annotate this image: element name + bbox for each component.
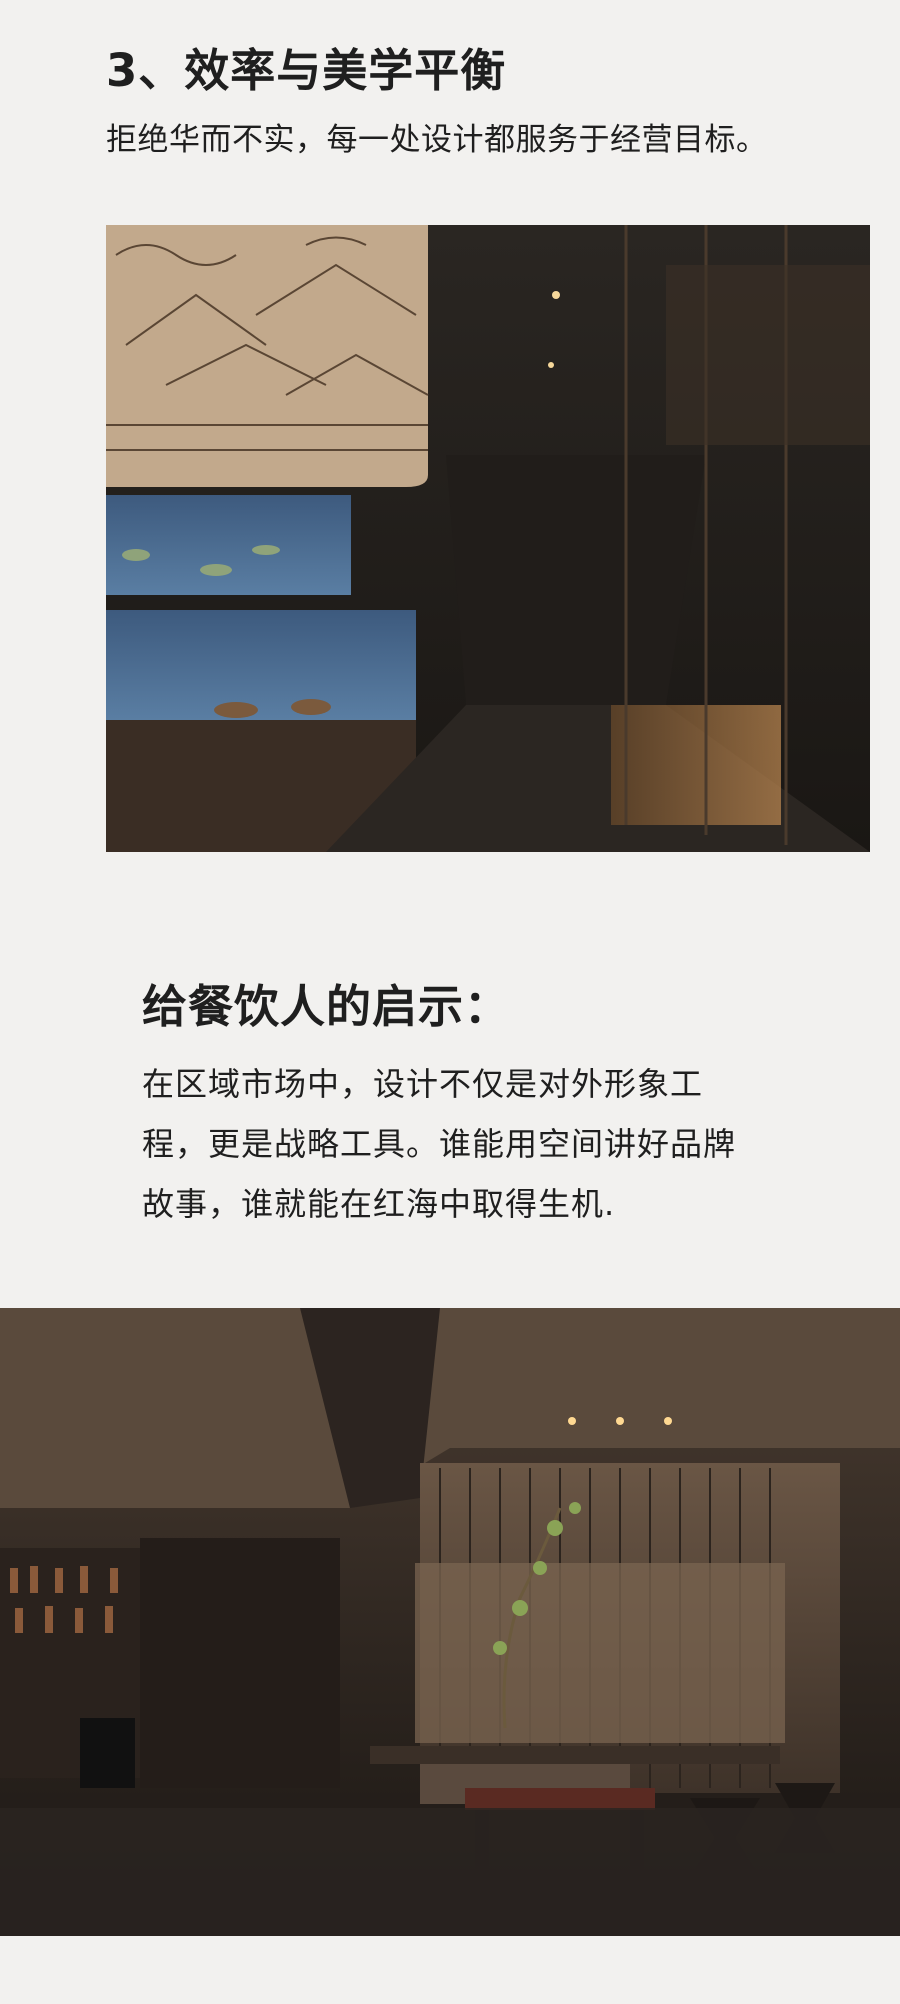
section-heading: 3、效率与美学平衡 xyxy=(106,44,507,97)
restaurant-corridor-photo xyxy=(106,225,870,852)
takeaway-line: 故事，谁就能在红海中取得生机. xyxy=(142,1185,616,1223)
takeaway-title: 给餐饮人的启示： xyxy=(142,980,511,1033)
takeaway-line: 在区域市场中，设计不仅是对外形象工 xyxy=(142,1065,704,1103)
takeaway-line: 程，更是战略工具。谁能用空间讲好品牌 xyxy=(142,1125,737,1163)
takeaway-body: 在区域市场中，设计不仅是对外形象工 程，更是战略工具。谁能用空间讲好品牌 故事，… xyxy=(142,1054,782,1234)
section-subline: 拒绝华而不实，每一处设计都服务于经营目标。 xyxy=(106,122,768,158)
tea-lounge-photo xyxy=(0,1308,900,1936)
